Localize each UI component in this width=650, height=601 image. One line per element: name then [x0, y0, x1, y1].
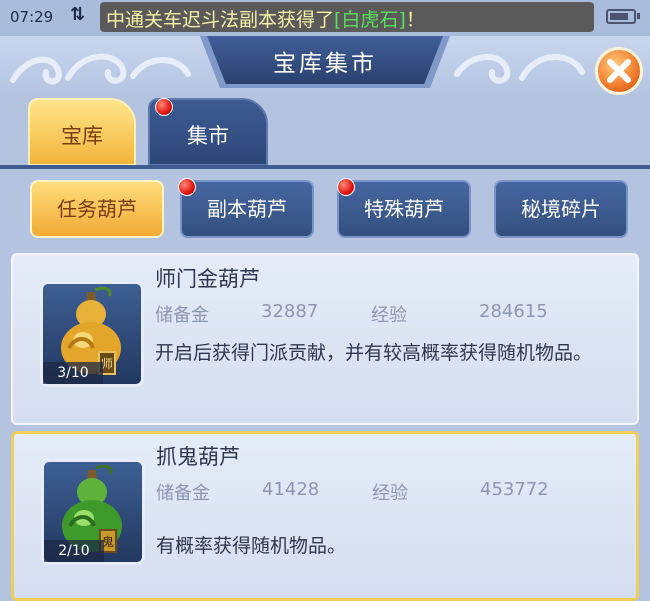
- clock: 07:29: [10, 8, 54, 26]
- tab-jishi-label: 集市: [187, 124, 229, 148]
- close-icon: [607, 59, 631, 83]
- item-description: 开启后获得门派贡献，并有较高概率获得随机物品。: [155, 342, 593, 364]
- exp-value: 453772: [480, 479, 549, 500]
- category-label: 秘境碎片: [521, 197, 601, 221]
- tab-baoku-label: 宝库: [61, 124, 103, 148]
- reserve-label: 储备金: [156, 483, 210, 504]
- notification-dot-icon: [337, 178, 355, 196]
- reserve-value: 32887: [261, 301, 319, 322]
- item-name: 抓鬼葫芦: [156, 445, 240, 469]
- category-dungeon-gourd[interactable]: 副本葫芦: [180, 180, 314, 238]
- tab-divider: [0, 165, 650, 169]
- category-label: 副本葫芦: [207, 197, 287, 221]
- category-task-gourd[interactable]: 任务葫芦: [30, 180, 164, 238]
- system-notice: 中通关车迟斗法副本获得了[白虎石]！: [100, 2, 594, 32]
- cloud-swirl-left-icon: [10, 53, 191, 85]
- exp-value: 284615: [479, 301, 548, 322]
- category-label: 特殊葫芦: [364, 197, 444, 221]
- notice-text: 中通关车迟斗法副本获得了[白虎石]！: [106, 9, 425, 31]
- exp-label: 经验: [372, 483, 408, 504]
- item-card-selected[interactable]: 鬼 2/10 抓鬼葫芦 储备金 41428 经验 453772 有概率获得随机物…: [11, 431, 639, 601]
- battery-tip: [637, 13, 640, 19]
- reserve-value: 41428: [262, 479, 320, 500]
- category-label: 任务葫芦: [57, 197, 137, 221]
- item-count: 3/10: [43, 362, 103, 384]
- item-description: 有概率获得随机物品。: [156, 535, 347, 557]
- tab-baoku[interactable]: 宝库: [28, 98, 136, 166]
- notice-item-highlight: [白虎石]: [334, 9, 406, 31]
- notification-dot-icon: [155, 98, 173, 116]
- page-title: 宝库集市: [273, 51, 377, 77]
- item-icon-frame: 师 3/10: [40, 281, 144, 387]
- item-icon-frame: 鬼 2/10: [41, 459, 145, 565]
- data-transfer-icon: ⇅: [70, 4, 86, 25]
- item-card[interactable]: 师 3/10 师门金葫芦 储备金 32887 经验 284615 开启后获得门派…: [11, 253, 639, 425]
- item-name: 师门金葫芦: [155, 267, 260, 291]
- exp-label: 经验: [371, 305, 407, 326]
- notification-dot-icon: [178, 178, 196, 196]
- category-secret-fragment[interactable]: 秘境碎片: [494, 180, 628, 238]
- category-special-gourd[interactable]: 特殊葫芦: [337, 180, 471, 238]
- cloud-swirl-right-icon: [454, 54, 585, 84]
- battery-icon: [606, 9, 636, 24]
- close-button[interactable]: [595, 47, 643, 95]
- item-count: 2/10: [44, 540, 104, 562]
- status-bar: 07:29 ⇅ 中通关车迟斗法副本获得了[白虎石]！: [0, 0, 650, 36]
- reserve-label: 储备金: [155, 305, 209, 326]
